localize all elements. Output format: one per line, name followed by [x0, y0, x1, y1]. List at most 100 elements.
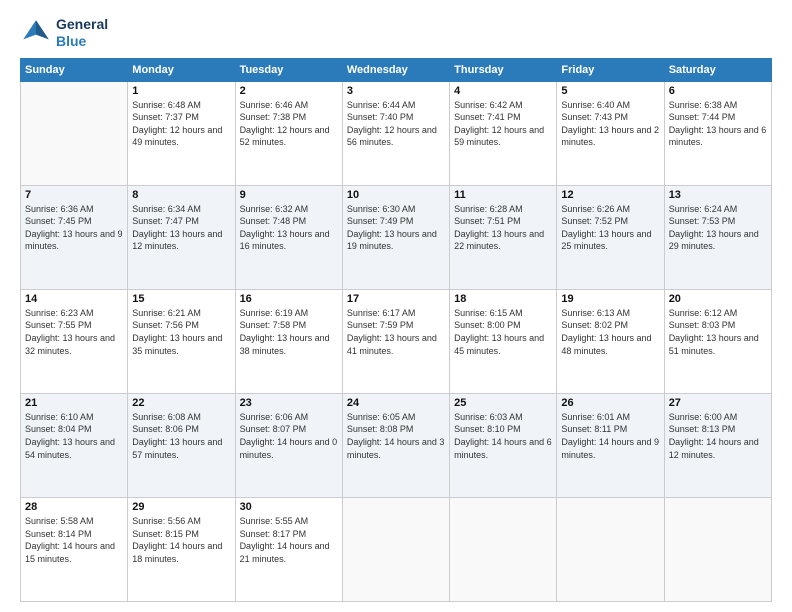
day-info: Sunrise: 6:46 AMSunset: 7:38 PMDaylight:…: [240, 99, 338, 149]
day-info: Sunrise: 6:40 AMSunset: 7:43 PMDaylight:…: [561, 99, 659, 149]
calendar-day-cell: 3 Sunrise: 6:44 AMSunset: 7:40 PMDaylight…: [342, 81, 449, 185]
calendar-day-cell: 11 Sunrise: 6:28 AMSunset: 7:51 PMDayligh…: [450, 185, 557, 289]
calendar-day-cell: 7 Sunrise: 6:36 AMSunset: 7:45 PMDaylight…: [21, 185, 128, 289]
day-number: 7: [25, 189, 123, 201]
day-number: 23: [240, 397, 338, 409]
calendar-day-cell: 17 Sunrise: 6:17 AMSunset: 7:59 PMDayligh…: [342, 289, 449, 393]
calendar-day-cell: [664, 497, 771, 601]
day-number: 25: [454, 397, 552, 409]
calendar-day-cell: 4Sunrise: 6:42 AMSunset: 7:41 PMDaylight…: [450, 81, 557, 185]
day-info: Sunrise: 5:56 AMSunset: 8:15 PMDaylight:…: [132, 515, 230, 565]
calendar-day-cell: 2 Sunrise: 6:46 AMSunset: 7:38 PMDaylight…: [235, 81, 342, 185]
calendar-day-cell: [557, 497, 664, 601]
calendar-day-cell: 6 Sunrise: 6:38 AMSunset: 7:44 PMDaylight…: [664, 81, 771, 185]
day-number: 2: [240, 85, 338, 97]
day-number: 21: [25, 397, 123, 409]
day-number: 10: [347, 189, 445, 201]
day-info: Sunrise: 6:44 AMSunset: 7:40 PMDaylight:…: [347, 99, 445, 149]
calendar-day-cell: 15 Sunrise: 6:21 AMSunset: 7:56 PMDayligh…: [128, 289, 235, 393]
weekday-header: Thursday: [450, 58, 557, 81]
calendar-day-cell: 26 Sunrise: 6:01 AMSunset: 8:11 PMDayligh…: [557, 393, 664, 497]
calendar-week-row: 21 Sunrise: 6:10 AMSunset: 8:04 PMDayligh…: [21, 393, 772, 497]
calendar-day-cell: 10 Sunrise: 6:30 AMSunset: 7:49 PMDayligh…: [342, 185, 449, 289]
calendar-day-cell: 21 Sunrise: 6:10 AMSunset: 8:04 PMDayligh…: [21, 393, 128, 497]
calendar-day-cell: 16 Sunrise: 6:19 AMSunset: 7:58 PMDayligh…: [235, 289, 342, 393]
logo-icon: [20, 17, 52, 49]
day-number: 3: [347, 85, 445, 97]
day-number: 29: [132, 501, 230, 513]
day-info: Sunrise: 6:26 AMSunset: 7:52 PMDaylight:…: [561, 203, 659, 253]
day-info: Sunrise: 6:36 AMSunset: 7:45 PMDaylight:…: [25, 203, 123, 253]
day-info: Sunrise: 6:19 AMSunset: 7:58 PMDaylight:…: [240, 307, 338, 357]
calendar-day-cell: 18 Sunrise: 6:15 AMSunset: 8:00 PMDayligh…: [450, 289, 557, 393]
calendar-day-cell: 19Sunrise: 6:13 AMSunset: 8:02 PMDayligh…: [557, 289, 664, 393]
weekday-header: Tuesday: [235, 58, 342, 81]
calendar-table: SundayMondayTuesdayWednesdayThursdayFrid…: [20, 58, 772, 602]
day-info: Sunrise: 6:05 AMSunset: 8:08 PMDaylight:…: [347, 411, 445, 461]
calendar-day-cell: [342, 497, 449, 601]
calendar-body: 1 Sunrise: 6:48 AMSunset: 7:37 PMDaylight…: [21, 81, 772, 601]
day-info: Sunrise: 6:28 AMSunset: 7:51 PMDaylight:…: [454, 203, 552, 253]
logo-text-general: General: [56, 16, 108, 33]
calendar-day-cell: 24 Sunrise: 6:05 AMSunset: 8:08 PMDayligh…: [342, 393, 449, 497]
day-info: Sunrise: 6:01 AMSunset: 8:11 PMDaylight:…: [561, 411, 659, 461]
calendar-day-cell: 12 Sunrise: 6:26 AMSunset: 7:52 PMDayligh…: [557, 185, 664, 289]
day-number: 17: [347, 293, 445, 305]
day-info: Sunrise: 6:12 AMSunset: 8:03 PMDaylight:…: [669, 307, 767, 357]
calendar-day-cell: 23 Sunrise: 6:06 AMSunset: 8:07 PMDayligh…: [235, 393, 342, 497]
weekday-header: Saturday: [664, 58, 771, 81]
day-info: Sunrise: 6:08 AMSunset: 8:06 PMDaylight:…: [132, 411, 230, 461]
calendar-header-row: SundayMondayTuesdayWednesdayThursdayFrid…: [21, 58, 772, 81]
day-number: 12: [561, 189, 659, 201]
calendar-day-cell: 28 Sunrise: 5:58 AMSunset: 8:14 PMDayligh…: [21, 497, 128, 601]
calendar-day-cell: 20 Sunrise: 6:12 AMSunset: 8:03 PMDayligh…: [664, 289, 771, 393]
calendar-day-cell: 30 Sunrise: 5:55 AMSunset: 8:17 PMDayligh…: [235, 497, 342, 601]
day-info: Sunrise: 5:55 AMSunset: 8:17 PMDaylight:…: [240, 515, 338, 565]
calendar-week-row: 28 Sunrise: 5:58 AMSunset: 8:14 PMDayligh…: [21, 497, 772, 601]
day-info: Sunrise: 6:34 AMSunset: 7:47 PMDaylight:…: [132, 203, 230, 253]
calendar-day-cell: [450, 497, 557, 601]
day-number: 22: [132, 397, 230, 409]
day-info: Sunrise: 5:58 AMSunset: 8:14 PMDaylight:…: [25, 515, 123, 565]
day-info: Sunrise: 6:30 AMSunset: 7:49 PMDaylight:…: [347, 203, 445, 253]
day-number: 6: [669, 85, 767, 97]
day-number: 24: [347, 397, 445, 409]
calendar-day-cell: 5 Sunrise: 6:40 AMSunset: 7:43 PMDaylight…: [557, 81, 664, 185]
day-info: Sunrise: 6:32 AMSunset: 7:48 PMDaylight:…: [240, 203, 338, 253]
day-info: Sunrise: 6:17 AMSunset: 7:59 PMDaylight:…: [347, 307, 445, 357]
weekday-header: Friday: [557, 58, 664, 81]
day-number: 14: [25, 293, 123, 305]
day-number: 1: [132, 85, 230, 97]
calendar-day-cell: 8 Sunrise: 6:34 AMSunset: 7:47 PMDaylight…: [128, 185, 235, 289]
page: General Blue SundayMondayTuesdayWednesda…: [0, 0, 792, 612]
day-number: 15: [132, 293, 230, 305]
day-info: Sunrise: 6:21 AMSunset: 7:56 PMDaylight:…: [132, 307, 230, 357]
calendar-week-row: 1 Sunrise: 6:48 AMSunset: 7:37 PMDaylight…: [21, 81, 772, 185]
day-info: Sunrise: 6:06 AMSunset: 8:07 PMDaylight:…: [240, 411, 338, 461]
day-number: 5: [561, 85, 659, 97]
day-info: Sunrise: 6:10 AMSunset: 8:04 PMDaylight:…: [25, 411, 123, 461]
day-info: Sunrise: 6:38 AMSunset: 7:44 PMDaylight:…: [669, 99, 767, 149]
weekday-header: Monday: [128, 58, 235, 81]
calendar-week-row: 14Sunrise: 6:23 AMSunset: 7:55 PMDayligh…: [21, 289, 772, 393]
day-number: 26: [561, 397, 659, 409]
day-number: 18: [454, 293, 552, 305]
calendar-week-row: 7 Sunrise: 6:36 AMSunset: 7:45 PMDaylight…: [21, 185, 772, 289]
calendar-day-cell: 1 Sunrise: 6:48 AMSunset: 7:37 PMDaylight…: [128, 81, 235, 185]
weekday-header: Sunday: [21, 58, 128, 81]
day-number: 8: [132, 189, 230, 201]
day-info: Sunrise: 6:48 AMSunset: 7:37 PMDaylight:…: [132, 99, 230, 149]
day-number: 20: [669, 293, 767, 305]
day-info: Sunrise: 6:24 AMSunset: 7:53 PMDaylight:…: [669, 203, 767, 253]
day-number: 11: [454, 189, 552, 201]
day-info: Sunrise: 6:15 AMSunset: 8:00 PMDaylight:…: [454, 307, 552, 357]
calendar-day-cell: 9Sunrise: 6:32 AMSunset: 7:48 PMDaylight…: [235, 185, 342, 289]
calendar-day-cell: 14Sunrise: 6:23 AMSunset: 7:55 PMDayligh…: [21, 289, 128, 393]
day-info: Sunrise: 6:42 AMSunset: 7:41 PMDaylight:…: [454, 99, 552, 149]
day-number: 27: [669, 397, 767, 409]
header: General Blue: [20, 16, 772, 50]
day-number: 16: [240, 293, 338, 305]
calendar-day-cell: 25Sunrise: 6:03 AMSunset: 8:10 PMDayligh…: [450, 393, 557, 497]
day-number: 30: [240, 501, 338, 513]
day-number: 28: [25, 501, 123, 513]
